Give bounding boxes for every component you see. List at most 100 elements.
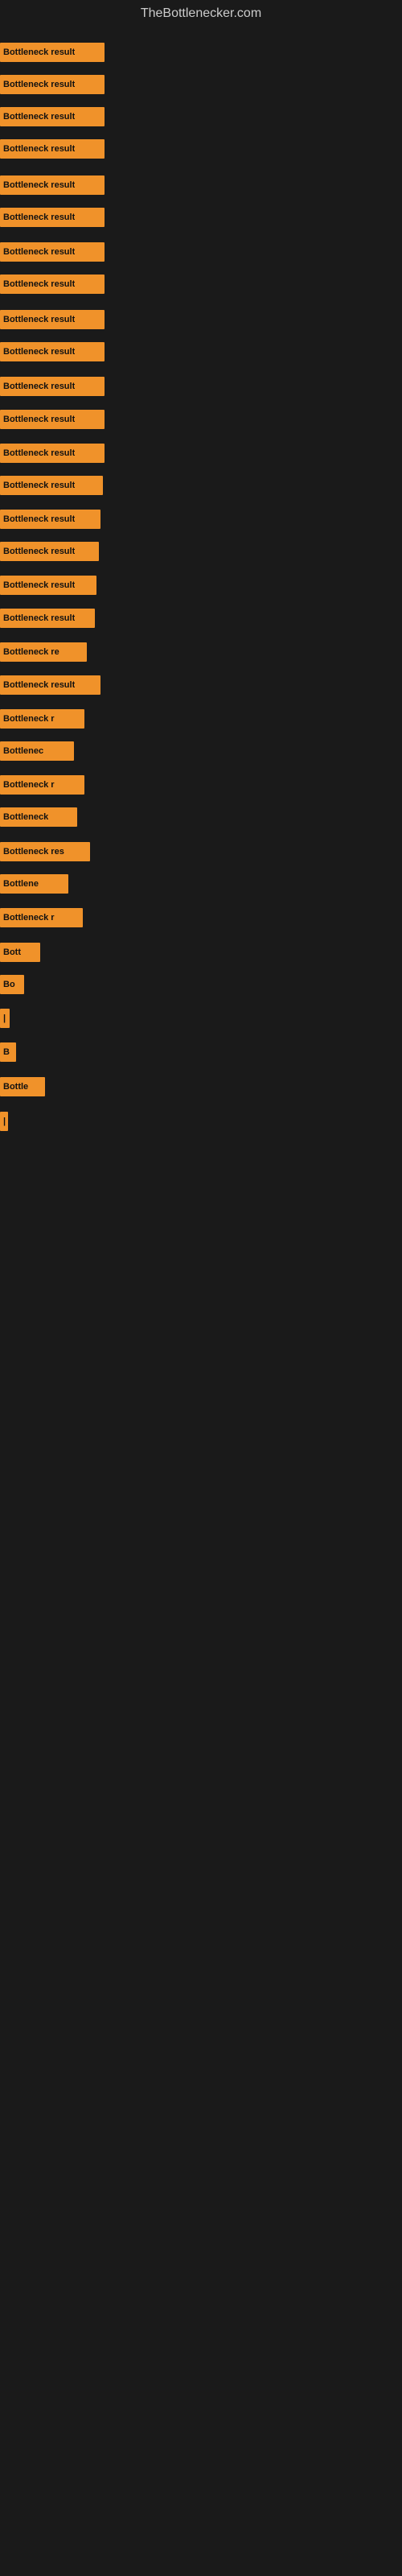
bar-label: Bottleneck result: [3, 448, 75, 458]
bar-item: Bottleneck result: [0, 374, 105, 398]
bar-label: Bottleneck re: [3, 647, 59, 657]
bar-item: Bottleneck result: [0, 240, 105, 264]
bar-label: Bottleneck r: [3, 913, 55, 923]
bar-item: Bottleneck result: [0, 205, 105, 229]
bar-label: Bottle: [3, 1082, 28, 1092]
bar-rect: Bottleneck result: [0, 510, 100, 529]
bar-rect: Bottleneck res: [0, 842, 90, 861]
bar-rect: Bottleneck result: [0, 43, 105, 62]
bar-rect: Bottlenec: [0, 741, 74, 761]
bar-label: Bottleneck result: [3, 580, 75, 590]
bar-item: Bottleneck result: [0, 507, 100, 531]
bar-rect: B: [0, 1042, 16, 1062]
bar-label: Bottleneck result: [3, 680, 75, 690]
bar-item: Bottleneck r: [0, 707, 84, 731]
bar-label: Bottleneck result: [3, 247, 75, 257]
bar-item: |: [0, 1109, 8, 1133]
bar-rect: Bottleneck result: [0, 576, 96, 595]
bar-item: Bott: [0, 940, 40, 964]
bar-rect: Bottleneck result: [0, 75, 105, 94]
bar-label: Bottleneck result: [3, 415, 75, 424]
bar-item: Bottleneck result: [0, 606, 95, 630]
bar-rect: Bottleneck r: [0, 775, 84, 795]
bar-rect: Bottleneck result: [0, 476, 103, 495]
bar-rect: Bottleneck result: [0, 175, 105, 195]
bar-rect: Bottleneck result: [0, 208, 105, 227]
bar-label: Bottleneck result: [3, 213, 75, 222]
bar-rect: Bottleneck result: [0, 275, 105, 294]
bar-label: Bottleneck result: [3, 382, 75, 391]
bar-rect: Bottleneck result: [0, 242, 105, 262]
bar-item: Bottlene: [0, 872, 68, 896]
bar-label: Bottleneck res: [3, 847, 64, 857]
bar-item: Bottleneck result: [0, 72, 105, 97]
bar-rect: Bottleneck result: [0, 139, 105, 159]
bar-item: Bottleneck result: [0, 105, 105, 129]
bar-label: Bottleneck result: [3, 613, 75, 623]
bar-label: Bottleneck result: [3, 80, 75, 89]
bar-item: Bottleneck result: [0, 308, 105, 332]
bar-rect: Bottleneck result: [0, 444, 105, 463]
bar-label: Bottleneck result: [3, 347, 75, 357]
bar-label: Bottleneck result: [3, 180, 75, 190]
bar-label: Bottleneck result: [3, 112, 75, 122]
bar-rect: Bo: [0, 975, 24, 994]
bar-label: Bottleneck: [3, 812, 48, 822]
bar-label: Bottleneck r: [3, 780, 55, 790]
bar-label: B: [3, 1047, 10, 1057]
bar-item: Bo: [0, 972, 24, 997]
bar-rect: Bottleneck result: [0, 675, 100, 695]
bar-label: Bottlene: [3, 879, 39, 889]
bar-label: Bottleneck result: [3, 279, 75, 289]
site-title: TheBottlenecker.com: [0, 0, 402, 24]
bar-rect: Bottleneck result: [0, 542, 99, 561]
bar-item: Bottleneck result: [0, 441, 105, 465]
bar-item: Bottlenec: [0, 739, 74, 763]
bar-rect: Bottleneck result: [0, 377, 105, 396]
bar-item: B: [0, 1040, 16, 1064]
bar-item: |: [0, 1006, 10, 1030]
bar-item: Bottleneck result: [0, 407, 105, 431]
bar-label: Bottleneck result: [3, 47, 75, 57]
bar-rect: Bottleneck: [0, 807, 77, 827]
bar-item: Bottleneck result: [0, 340, 105, 364]
bar-item: Bottleneck result: [0, 473, 103, 497]
bar-label: Bottlenec: [3, 746, 43, 756]
bar-item: Bottleneck result: [0, 673, 100, 697]
bar-rect: Bottleneck re: [0, 642, 87, 662]
bar-item: Bottleneck: [0, 805, 77, 829]
bar-rect: |: [0, 1009, 10, 1028]
bar-item: Bottleneck result: [0, 272, 105, 296]
bar-rect: Bottlene: [0, 874, 68, 894]
bar-label: Bottleneck result: [3, 315, 75, 324]
bar-label: Bottleneck result: [3, 144, 75, 154]
bar-rect: Bottleneck r: [0, 709, 84, 729]
bar-rect: |: [0, 1112, 8, 1131]
bar-item: Bottleneck r: [0, 906, 83, 930]
bar-rect: Bottleneck result: [0, 410, 105, 429]
bar-rect: Bott: [0, 943, 40, 962]
bar-item: Bottleneck res: [0, 840, 90, 864]
bar-label: Bo: [3, 980, 15, 989]
bar-rect: Bottleneck result: [0, 342, 105, 361]
bar-item: Bottleneck r: [0, 773, 84, 797]
bar-label: Bottleneck r: [3, 714, 55, 724]
bar-label: Bott: [3, 947, 21, 957]
bar-rect: Bottleneck result: [0, 310, 105, 329]
bar-item: Bottleneck result: [0, 573, 96, 597]
bar-rect: Bottle: [0, 1077, 45, 1096]
bar-item: Bottleneck result: [0, 137, 105, 161]
bar-label: |: [3, 1013, 6, 1023]
bar-item: Bottleneck result: [0, 539, 99, 564]
bar-item: Bottleneck result: [0, 173, 105, 197]
bar-item: Bottleneck re: [0, 640, 87, 664]
bar-rect: Bottleneck result: [0, 609, 95, 628]
bar-label: Bottleneck result: [3, 547, 75, 556]
bar-rect: Bottleneck r: [0, 908, 83, 927]
bar-item: Bottleneck result: [0, 40, 105, 64]
bar-label: Bottleneck result: [3, 514, 75, 524]
bar-item: Bottle: [0, 1075, 45, 1099]
bar-label: Bottleneck result: [3, 481, 75, 490]
bar-label: |: [3, 1117, 6, 1126]
chart-area: Bottleneck result Bottleneck result Bottle…: [0, 24, 402, 2560]
